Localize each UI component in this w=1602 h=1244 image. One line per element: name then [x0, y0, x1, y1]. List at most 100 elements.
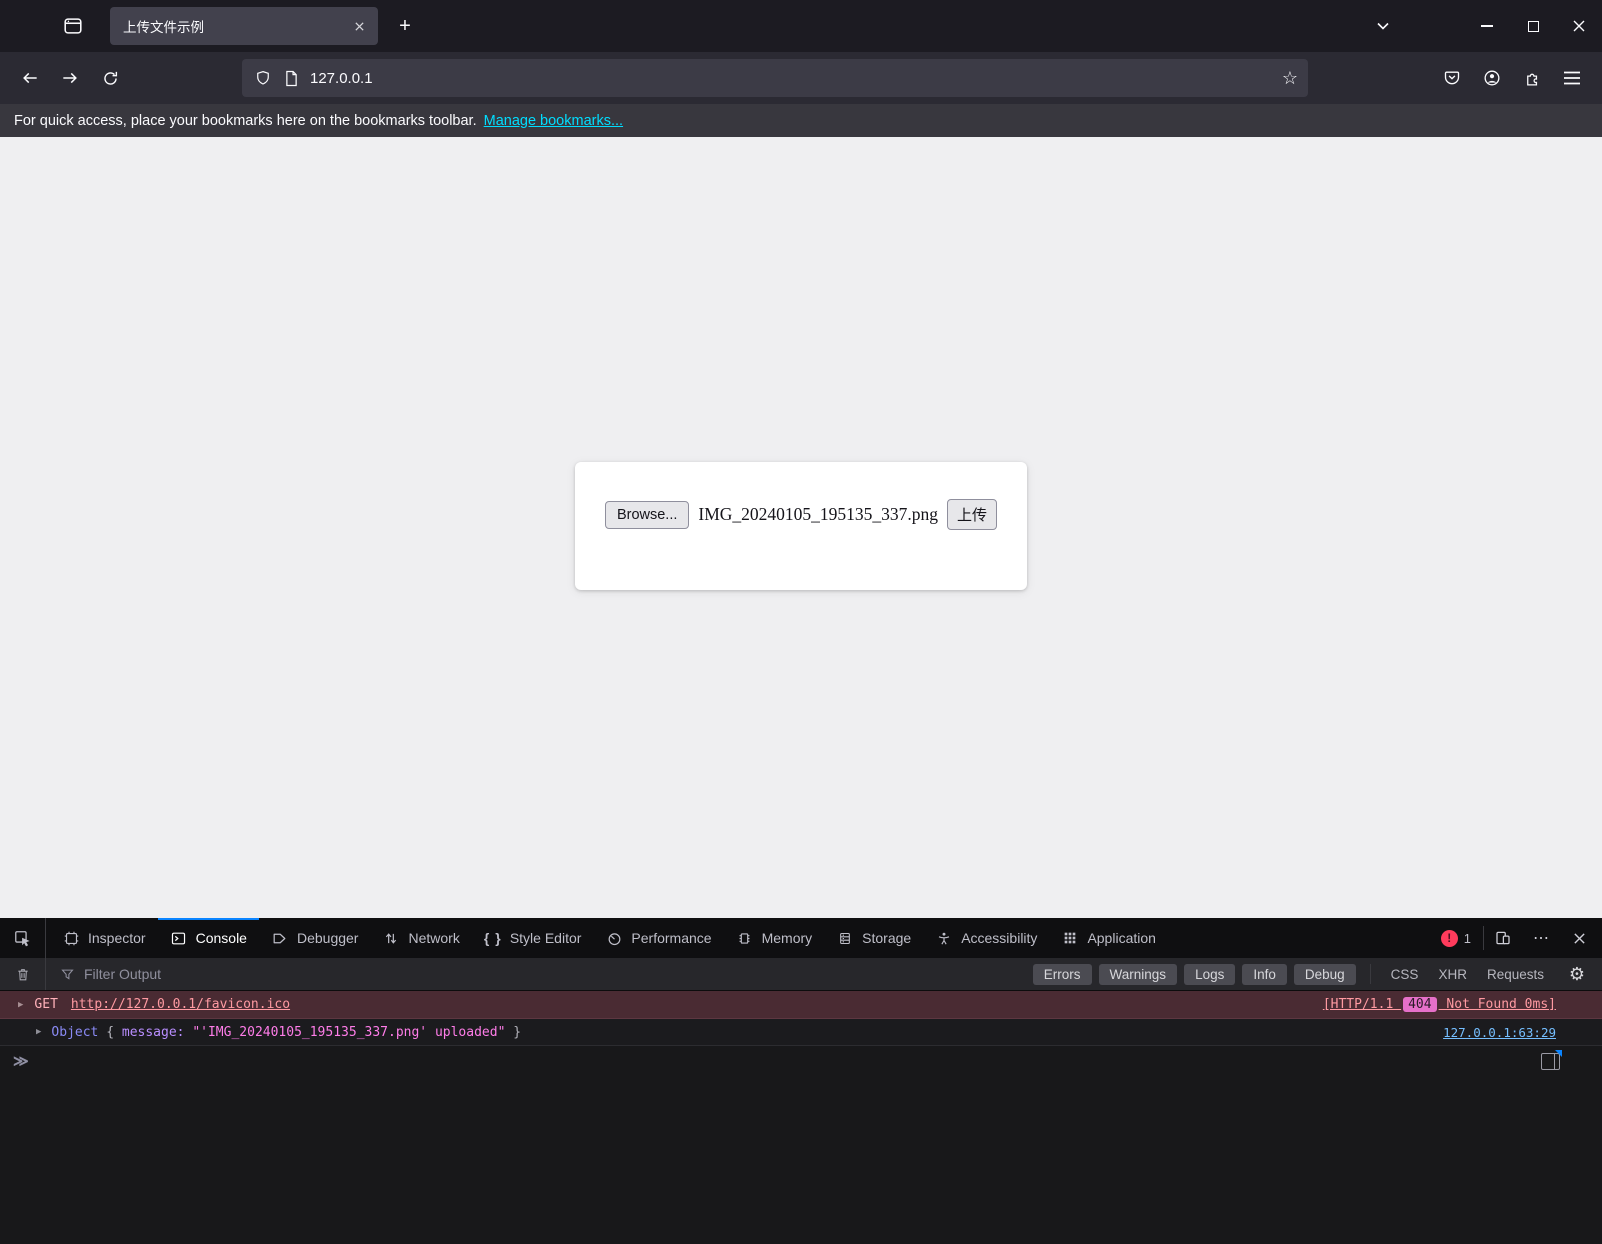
filter-debug-button[interactable]: Debug: [1294, 964, 1356, 985]
devtools-tab-label: Console: [196, 930, 247, 946]
devtools-tab-label: Inspector: [88, 930, 146, 946]
devtools-tab-application[interactable]: Application: [1049, 918, 1168, 958]
request-url-link[interactable]: http://127.0.0.1/favicon.ico: [71, 997, 290, 1012]
devtools-tab-inspector[interactable]: Inspector: [50, 918, 158, 958]
style-editor-icon: { }: [484, 929, 502, 947]
tab-close-icon[interactable]: [348, 15, 370, 37]
filter-css-button[interactable]: CSS: [1391, 967, 1419, 982]
account-icon: [1482, 68, 1502, 88]
filter-xhr-button[interactable]: XHR: [1438, 967, 1467, 982]
window-close-button[interactable]: [1556, 0, 1602, 52]
bookmark-star-icon[interactable]: ☆: [1282, 68, 1298, 89]
close-brace: }: [505, 1025, 521, 1040]
trash-icon: [15, 966, 31, 983]
console-output: ▶ GET http://127.0.0.1/favicon.ico [HTTP…: [0, 991, 1602, 1244]
upload-form: Browse... IMG_20240105_195135_337.png 上传: [605, 499, 997, 530]
list-all-tabs-button[interactable]: [1364, 9, 1402, 43]
titlebar-controls: [1364, 0, 1602, 52]
filter-errors-button[interactable]: Errors: [1033, 964, 1092, 985]
forward-button[interactable]: [50, 60, 90, 96]
menu-button[interactable]: [1552, 60, 1592, 96]
account-button[interactable]: [1472, 60, 1512, 96]
puzzle-icon: [1523, 69, 1542, 88]
devtools-tab-label: Network: [408, 930, 459, 946]
expand-arrow-icon[interactable]: ▶: [18, 1000, 23, 1010]
status-code-badge: 404: [1403, 997, 1436, 1012]
extensions-button[interactable]: [1512, 60, 1552, 96]
application-icon: [1061, 929, 1079, 947]
maximize-button[interactable]: [1510, 0, 1556, 52]
url-text[interactable]: 127.0.0.1: [310, 70, 1282, 87]
performance-icon: [605, 929, 623, 947]
hamburger-icon: [1563, 71, 1581, 85]
node-picker-button[interactable]: [0, 918, 46, 958]
devtools-tab-label: Storage: [862, 930, 911, 946]
upload-card: Browse... IMG_20240105_195135_337.png 上传: [575, 462, 1027, 590]
page-info-icon[interactable]: [284, 70, 299, 87]
filter-requests-button[interactable]: Requests: [1487, 967, 1544, 982]
console-network-error-row[interactable]: ▶ GET http://127.0.0.1/favicon.ico [HTTP…: [0, 991, 1602, 1019]
filter-logs-button[interactable]: Logs: [1184, 964, 1235, 985]
storage-icon: [836, 929, 854, 947]
meatball-menu-icon: ⋯: [1533, 928, 1549, 948]
devtools-tab-label: Memory: [762, 930, 813, 946]
response-status[interactable]: [HTTP/1.1 404 Not Found 0ms]: [1323, 997, 1602, 1012]
devtools-tab-label: Debugger: [297, 930, 359, 946]
log-source-link[interactable]: 127.0.0.1:63:29: [1443, 1025, 1602, 1040]
filter-warnings-button[interactable]: Warnings: [1099, 964, 1178, 985]
pocket-button[interactable]: [1432, 60, 1472, 96]
filter-info-button[interactable]: Info: [1242, 964, 1287, 985]
node-picker-icon: [13, 929, 32, 948]
responsive-design-button[interactable]: [1484, 918, 1522, 958]
firefox-view-button[interactable]: [56, 9, 90, 43]
responsive-design-icon: [1494, 929, 1512, 947]
devtools-tab-performance[interactable]: Performance: [593, 918, 723, 958]
browser-window: 上传文件示例 +: [0, 0, 1602, 1244]
browse-button[interactable]: Browse...: [605, 501, 689, 529]
devtools-more-button[interactable]: ⋯: [1522, 918, 1560, 958]
devtools-tab-style-editor[interactable]: { } Style Editor: [472, 918, 594, 958]
tab-strip: 上传文件示例 +: [0, 0, 1602, 52]
console-log-row[interactable]: ▶ Object { message: "'IMG_20240105_19513…: [0, 1019, 1602, 1046]
accessibility-icon: [935, 929, 953, 947]
error-badge-icon[interactable]: !: [1441, 930, 1458, 947]
console-prompt-icon[interactable]: ≫: [13, 1052, 29, 1070]
pocket-icon: [1442, 68, 1462, 88]
devtools-tab-memory[interactable]: Memory: [724, 918, 825, 958]
selected-filename: IMG_20240105_195135_337.png: [698, 504, 938, 525]
console-input-row[interactable]: ≫: [0, 1046, 1602, 1076]
property-value: "'IMG_20240105_195135_337.png' uploaded": [192, 1025, 505, 1040]
minimize-button[interactable]: [1464, 0, 1510, 52]
firefox-view-icon: [62, 15, 84, 37]
back-button[interactable]: [10, 60, 50, 96]
back-icon: [20, 68, 40, 88]
devtools-tab-storage[interactable]: Storage: [824, 918, 923, 958]
console-settings-button[interactable]: ⚙: [1562, 964, 1592, 985]
error-count: 1: [1464, 931, 1471, 946]
filter-placeholder: Filter Output: [84, 966, 161, 982]
upload-button[interactable]: 上传: [947, 499, 997, 530]
console-icon: [170, 929, 188, 947]
url-bar[interactable]: 127.0.0.1 ☆: [242, 59, 1308, 97]
devtools-tab-console[interactable]: Console: [158, 918, 259, 958]
chevron-down-icon: [1376, 21, 1390, 31]
devtools-tab-debugger[interactable]: Debugger: [259, 918, 371, 958]
tab-title: 上传文件示例: [123, 16, 348, 36]
object-label[interactable]: Object: [51, 1025, 98, 1040]
new-tab-button[interactable]: +: [388, 9, 422, 43]
network-icon: [382, 929, 400, 947]
expand-arrow-icon[interactable]: ▶: [36, 1027, 41, 1037]
editor-mode-toggle-icon[interactable]: [1541, 1053, 1560, 1070]
clear-console-button[interactable]: [0, 958, 46, 990]
reload-button[interactable]: [90, 60, 130, 96]
devtools-close-button[interactable]: [1560, 918, 1598, 958]
devtools-tab-accessibility[interactable]: Accessibility: [923, 918, 1049, 958]
devtools-tab-network[interactable]: Network: [370, 918, 471, 958]
console-empty-area[interactable]: [0, 1076, 1602, 1244]
toolbar-icons: [1432, 60, 1592, 96]
filter-input[interactable]: Filter Output: [60, 966, 161, 982]
funnel-icon: [60, 967, 75, 982]
browser-tab[interactable]: 上传文件示例: [110, 7, 378, 45]
bookmarks-placeholder-bar: For quick access, place your bookmarks h…: [0, 104, 1602, 137]
manage-bookmarks-link[interactable]: Manage bookmarks...: [484, 113, 623, 129]
